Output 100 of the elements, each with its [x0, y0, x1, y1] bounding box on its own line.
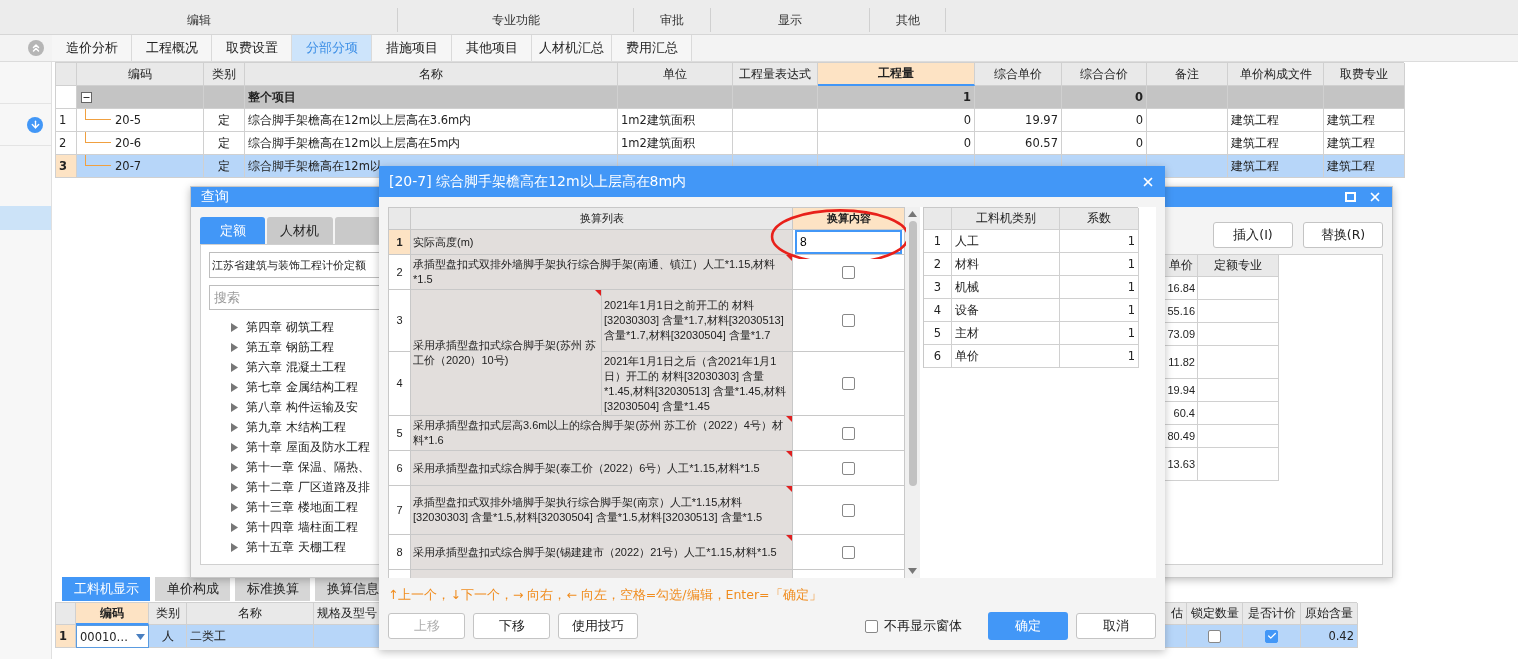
caret-right-icon[interactable] [231, 402, 238, 412]
collapse-icon[interactable] [81, 91, 92, 103]
checkbox[interactable] [1208, 629, 1221, 643]
row-number: 1 [389, 230, 411, 255]
column-header[interactable]: 备注 [1147, 63, 1228, 86]
caret-right-icon[interactable] [231, 422, 238, 432]
row-number: 2 [924, 253, 952, 276]
table-cell: 80.49 [1164, 425, 1198, 448]
table-cell: 1 [1060, 322, 1139, 345]
tree-item[interactable]: 第五章 钢筋工程 [231, 337, 391, 357]
caret-right-icon[interactable] [231, 322, 238, 332]
dropdown-caret-icon[interactable] [136, 633, 145, 640]
column-header[interactable]: 名称 [245, 63, 618, 86]
conversion-text: 承插型盘扣式双排外墙脚手架执行综合脚手架(南通、镇江）人工*1.15,材料*1.5 [413, 257, 777, 287]
checkbox[interactable] [842, 461, 855, 475]
cancel-button[interactable]: 取消 [1076, 613, 1156, 639]
column-header[interactable]: 类别 [204, 63, 245, 86]
checkbox[interactable] [842, 314, 855, 327]
caret-right-icon[interactable] [231, 442, 238, 452]
table-cell: 建筑工程 [1228, 132, 1324, 155]
action-button[interactable]: 插入(I) [1213, 222, 1293, 248]
row-number[interactable]: 1 [56, 625, 76, 648]
tab[interactable]: 单价构成 [155, 577, 230, 601]
tree-item[interactable]: 第四章 砌筑工程 [231, 317, 391, 337]
tree-item[interactable]: 第十章 屋面及防水工程 [231, 437, 391, 457]
caret-right-icon[interactable] [231, 482, 238, 492]
column-header[interactable]: 锁定数量 [1187, 603, 1243, 625]
tab[interactable]: 人材机 [267, 217, 333, 244]
column-header[interactable]: 取费专业 [1324, 63, 1405, 86]
tree-item[interactable]: 第十二章 厂区道路及排 [231, 477, 391, 497]
column-header[interactable]: 系数 [1060, 208, 1139, 230]
scroll-up-icon[interactable] [908, 211, 917, 217]
column-header[interactable]: 名称 [187, 603, 314, 625]
table-cell: 1 [1060, 276, 1139, 299]
table-cell: 20-7 [77, 155, 204, 178]
download-icon[interactable] [27, 116, 43, 133]
column-header[interactable]: 单位 [618, 63, 733, 86]
tree-item[interactable]: 第九章 木结构工程 [231, 417, 391, 437]
conversion-text: 采用承插型盘扣式综合脚手架(泰工价（2022）6号）人工*1.15,材料*1.5 [413, 460, 760, 476]
column-header[interactable]: 单价构成文件 [1228, 63, 1324, 86]
conversion-text: 承插型盘扣式双排外墙脚手架执行综合脚手架(南京）人工*1.15,材料[32030303] 含量*1.5,材料[32030504] 含量*1.5,材料[32030513] 含量*1.5 [413, 495, 764, 525]
column-header[interactable]: 工程量表达式 [733, 63, 818, 86]
caret-right-icon[interactable] [231, 342, 238, 352]
caret-right-icon[interactable] [231, 542, 238, 552]
checkbox[interactable] [1265, 629, 1278, 643]
tree-item[interactable]: 第六章 混凝土工程 [231, 357, 391, 377]
column-header[interactable]: 综合合价 [1062, 63, 1147, 86]
caret-right-icon[interactable] [231, 382, 238, 392]
column-header[interactable]: 工料机类别 [952, 208, 1060, 230]
tree-item[interactable]: 第十一章 保温、隔热、 [231, 457, 391, 477]
tree-item[interactable]: 第十三章 楼地面工程 [231, 497, 391, 517]
table-cell: 人 [149, 625, 187, 648]
column-header[interactable]: 是否计价 [1243, 603, 1301, 625]
column-header[interactable]: 原始含量 [1301, 603, 1358, 625]
checkbox[interactable] [865, 619, 878, 633]
table-cell: 1 [1060, 299, 1139, 322]
scroll-down-icon[interactable] [908, 568, 917, 574]
action-button[interactable]: 替换(R) [1303, 222, 1383, 248]
column-header[interactable]: 换算列表 [411, 208, 793, 230]
column-header[interactable]: 类别 [149, 603, 187, 625]
group-label: 专业功能 [491, 11, 540, 29]
table-cell: 1 [1060, 345, 1139, 368]
column-header[interactable]: 编码 [77, 63, 204, 86]
scrollbar-thumb[interactable] [908, 221, 917, 486]
tree-item[interactable]: 第八章 构件运输及安 [231, 397, 391, 417]
checkbox[interactable] [842, 545, 855, 559]
close-icon[interactable] [1368, 190, 1382, 204]
checkbox[interactable] [842, 265, 855, 279]
column-header[interactable]: 工程量 [818, 63, 975, 86]
row-number[interactable]: 3 [56, 155, 77, 178]
caret-right-icon[interactable] [231, 462, 238, 472]
table-cell: 材料 [952, 253, 1060, 276]
tree-item[interactable]: 第十四章 墙柱面工程 [231, 517, 391, 537]
value-field[interactable]: 8 [795, 230, 902, 254]
column-header[interactable]: 综合单价 [975, 63, 1062, 86]
column-header[interactable]: 单价 [1164, 255, 1198, 277]
checkbox[interactable] [842, 377, 855, 390]
caret-right-icon[interactable] [231, 502, 238, 512]
checkbox[interactable] [842, 426, 855, 440]
code-field[interactable]: 00010… [76, 625, 149, 648]
caret-right-icon[interactable] [231, 522, 238, 532]
action-button[interactable]: 使用技巧 [558, 613, 638, 639]
maximize-icon[interactable] [1345, 192, 1356, 202]
table-cell: 建筑工程 [1324, 109, 1405, 132]
row-number[interactable]: 1 [56, 109, 77, 132]
checkbox[interactable] [842, 503, 855, 517]
tab[interactable]: 标准换算 [235, 577, 310, 601]
column-header[interactable]: 定额专业 [1198, 255, 1279, 277]
tree-item[interactable]: 第十五章 天棚工程 [231, 537, 391, 557]
row-number[interactable]: 2 [56, 132, 77, 155]
table-cell: 73.09 [1164, 323, 1198, 346]
column-header[interactable]: 编码 [76, 603, 149, 625]
caret-right-icon[interactable] [231, 362, 238, 372]
action-button[interactable]: 下移 [473, 613, 550, 639]
tree-item[interactable]: 第七章 金属结构工程 [231, 377, 391, 397]
row-number: 7 [389, 486, 411, 535]
scrollbar[interactable] [905, 207, 920, 578]
group-label: 编辑 [186, 11, 211, 29]
group-label: 显示 [778, 11, 802, 29]
row-number: 6 [924, 345, 952, 368]
